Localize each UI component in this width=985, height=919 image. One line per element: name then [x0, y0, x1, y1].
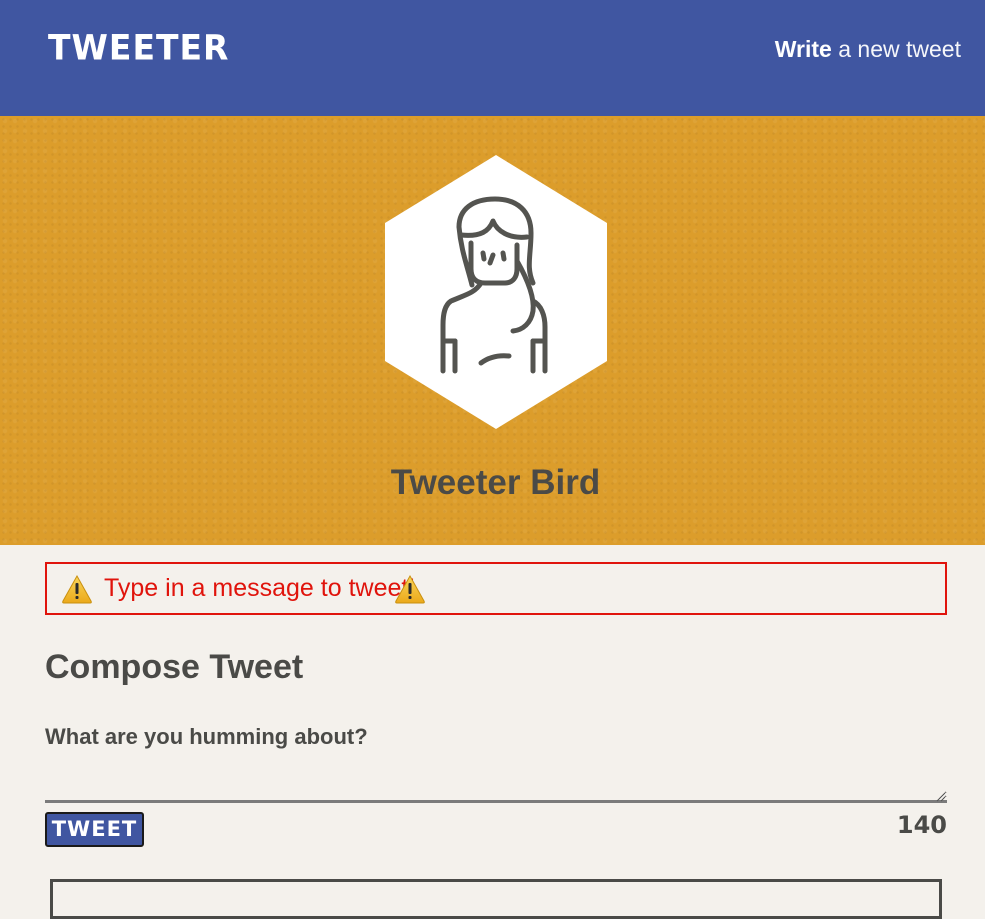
woman-avatar-icon	[385, 155, 607, 429]
compose-title: Compose Tweet	[45, 648, 304, 686]
error-message-box: Type in a message to tweet!	[45, 562, 947, 615]
write-link-bold: Write	[774, 36, 832, 62]
warning-icon	[395, 574, 425, 604]
resize-handle-icon[interactable]	[936, 792, 946, 802]
tweet-button[interactable]: TWEET	[45, 812, 144, 847]
warning-icon	[62, 574, 92, 604]
tweet-card	[50, 879, 942, 919]
top-nav-bar: TWEETER Write a new tweet	[0, 0, 985, 116]
error-message-text: Type in a message to tweet!	[104, 574, 416, 602]
tweet-textarea[interactable]	[45, 755, 947, 803]
avatar	[385, 155, 607, 429]
logo[interactable]: TWEETER	[48, 27, 229, 68]
profile-name: Tweeter Bird	[390, 463, 601, 502]
write-new-tweet-link[interactable]: Write a new tweet	[775, 36, 961, 63]
compose-label: What are you humming about?	[45, 724, 368, 749]
character-counter: 140	[896, 811, 947, 839]
write-link-rest: a new tweet	[838, 36, 961, 62]
